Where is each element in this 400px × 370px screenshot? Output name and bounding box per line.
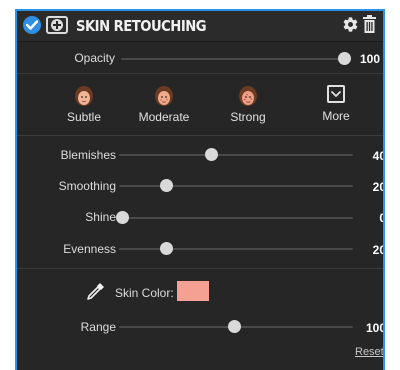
shine-slider-thumb[interactable]	[116, 211, 129, 224]
add-adjustment-button[interactable]	[46, 16, 68, 34]
divider	[17, 135, 383, 136]
preset-subtle[interactable]: Subtle	[44, 85, 124, 124]
smoothing-value: 20	[372, 180, 385, 194]
face-moderate-icon	[155, 86, 173, 106]
opacity-label: Opacity	[74, 51, 115, 65]
preset-strong-label: Strong	[230, 110, 266, 124]
preset-subtle-label: Subtle	[66, 110, 102, 124]
blemishes-slider[interactable]	[119, 148, 353, 161]
blemishes-slider-thumb[interactable]	[205, 148, 218, 161]
evenness-label: Evenness	[63, 242, 116, 256]
preset-more-button[interactable]: More	[296, 85, 376, 123]
smoothing-label: Smoothing	[58, 179, 116, 193]
checkmark-icon	[26, 20, 38, 30]
shine-value: 0	[350, 211, 383, 225]
blemishes-value: 40	[372, 149, 385, 163]
face-subtle-icon	[75, 86, 93, 106]
plus-icon	[51, 19, 63, 31]
chevron-down-box-icon	[327, 85, 345, 103]
smoothing-slider-thumb[interactable]	[160, 179, 173, 192]
gear-icon[interactable]	[342, 16, 359, 33]
skin-color-label: Skin Color:	[115, 286, 174, 300]
opacity-slider[interactable]	[121, 52, 351, 65]
range-label: Range	[80, 320, 116, 334]
preset-more-label: More	[322, 109, 350, 123]
evenness-value: 20	[372, 243, 385, 257]
face-strong-icon	[239, 86, 257, 106]
skin-retouching-panel: SKIN RETOUCHING Opacity 100 Subtle Moder…	[15, 9, 385, 370]
divider	[17, 268, 383, 269]
range-value: 100	[365, 321, 385, 335]
opacity-value: 100	[359, 52, 380, 66]
trash-icon[interactable]	[363, 15, 376, 33]
shine-label: Shine	[85, 210, 116, 224]
evenness-slider[interactable]	[119, 242, 353, 255]
enable-checkbox[interactable]	[23, 16, 41, 34]
preset-moderate-label: Moderate	[138, 110, 190, 124]
panel-title: SKIN RETOUCHING	[76, 17, 207, 35]
skin-color-swatch[interactable]	[177, 281, 209, 301]
preset-moderate[interactable]: Moderate	[124, 85, 204, 124]
eyedropper-icon[interactable]	[86, 281, 106, 301]
shine-slider[interactable]	[116, 211, 353, 224]
preset-strong[interactable]: Strong	[208, 85, 288, 124]
divider	[17, 73, 383, 74]
reset-link[interactable]: Reset	[355, 346, 383, 358]
range-slider-thumb[interactable]	[228, 320, 241, 333]
blemishes-label: Blemishes	[60, 148, 116, 162]
panel-header: SKIN RETOUCHING	[17, 11, 383, 42]
range-slider[interactable]	[119, 320, 353, 333]
smoothing-slider[interactable]	[119, 179, 353, 192]
evenness-slider-thumb[interactable]	[160, 242, 173, 255]
